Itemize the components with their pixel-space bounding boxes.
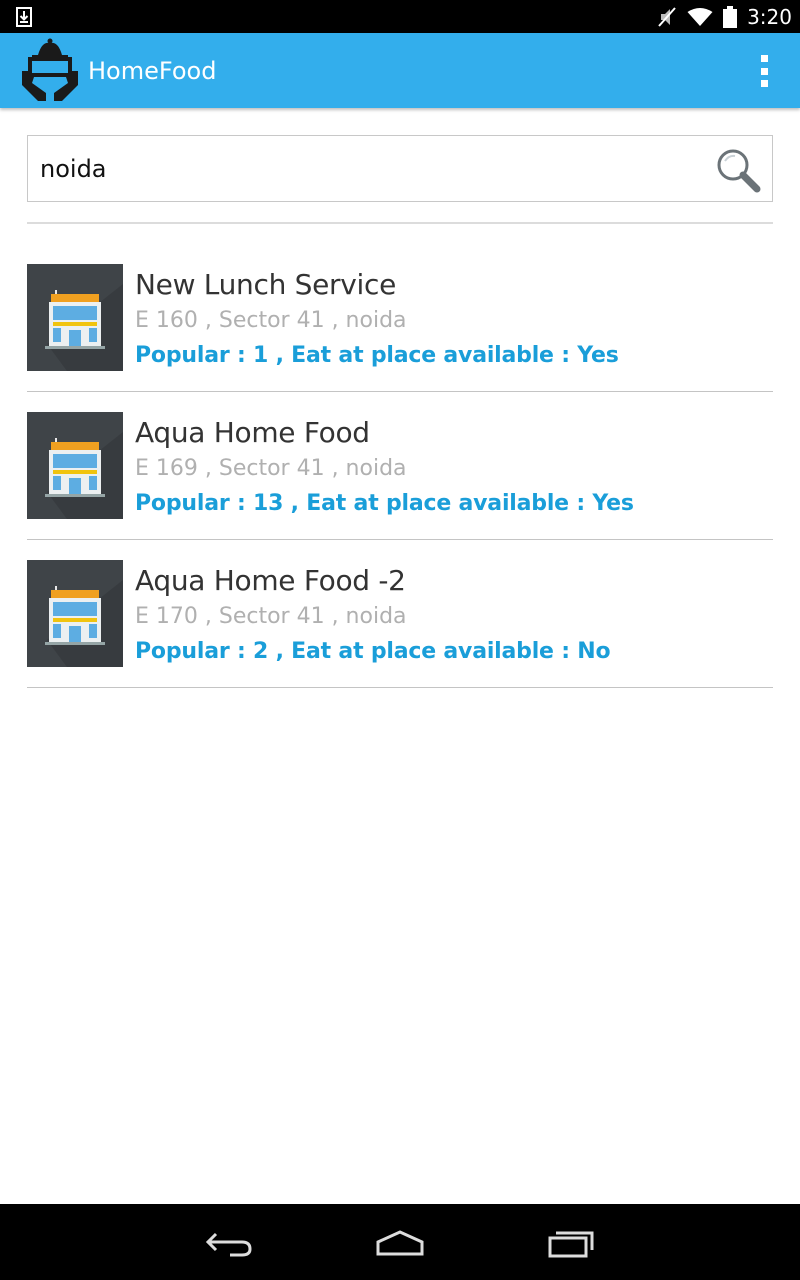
hotel-thumbnail bbox=[27, 264, 123, 371]
app-title: HomeFood bbox=[88, 57, 217, 85]
restaurant-address: E 170 , Sector 41 , noida bbox=[135, 604, 407, 629]
list-item[interactable]: Aqua Home Food E 169 , Sector 41 , noida… bbox=[27, 392, 773, 540]
search-icon[interactable] bbox=[714, 146, 762, 194]
restaurant-address: E 169 , Sector 41 , noida bbox=[135, 456, 407, 481]
app-logo-icon bbox=[22, 38, 78, 101]
overflow-menu-icon[interactable] bbox=[758, 55, 770, 87]
recents-icon[interactable] bbox=[542, 1224, 602, 1260]
download-icon bbox=[16, 7, 32, 27]
mute-icon bbox=[658, 6, 676, 27]
restaurant-list: New Lunch Service E 160 , Sector 41 , no… bbox=[27, 224, 773, 688]
wifi-icon bbox=[687, 7, 713, 26]
list-item-text: Aqua Home Food -2 E 170 , Sector 41 , no… bbox=[135, 560, 611, 672]
status-bar: 3:20 bbox=[0, 0, 800, 33]
list-item[interactable]: New Lunch Service E 160 , Sector 41 , no… bbox=[27, 224, 773, 392]
search-box bbox=[27, 135, 773, 202]
back-icon[interactable] bbox=[200, 1224, 260, 1260]
restaurant-name: New Lunch Service bbox=[135, 268, 396, 301]
list-item-text: New Lunch Service E 160 , Sector 41 , no… bbox=[135, 264, 619, 376]
restaurant-address: E 160 , Sector 41 , noida bbox=[135, 308, 407, 333]
battery-icon bbox=[723, 5, 738, 28]
restaurant-meta: Popular : 13 , Eat at place available : … bbox=[135, 491, 634, 516]
hotel-thumbnail bbox=[27, 412, 123, 519]
restaurant-name: Aqua Home Food bbox=[135, 416, 370, 449]
app-bar: HomeFood bbox=[0, 33, 800, 108]
hotel-thumbnail bbox=[27, 560, 123, 667]
restaurant-meta: Popular : 2 , Eat at place available : N… bbox=[135, 639, 611, 664]
search-input[interactable] bbox=[40, 136, 700, 201]
status-time: 3:20 bbox=[747, 4, 792, 29]
list-item-text: Aqua Home Food E 169 , Sector 41 , noida… bbox=[135, 412, 634, 524]
restaurant-name: Aqua Home Food -2 bbox=[135, 564, 406, 597]
navigation-bar bbox=[0, 1204, 800, 1280]
home-icon[interactable] bbox=[370, 1224, 430, 1260]
restaurant-meta: Popular : 1 , Eat at place available : Y… bbox=[135, 343, 619, 368]
list-item[interactable]: Aqua Home Food -2 E 170 , Sector 41 , no… bbox=[27, 540, 773, 688]
